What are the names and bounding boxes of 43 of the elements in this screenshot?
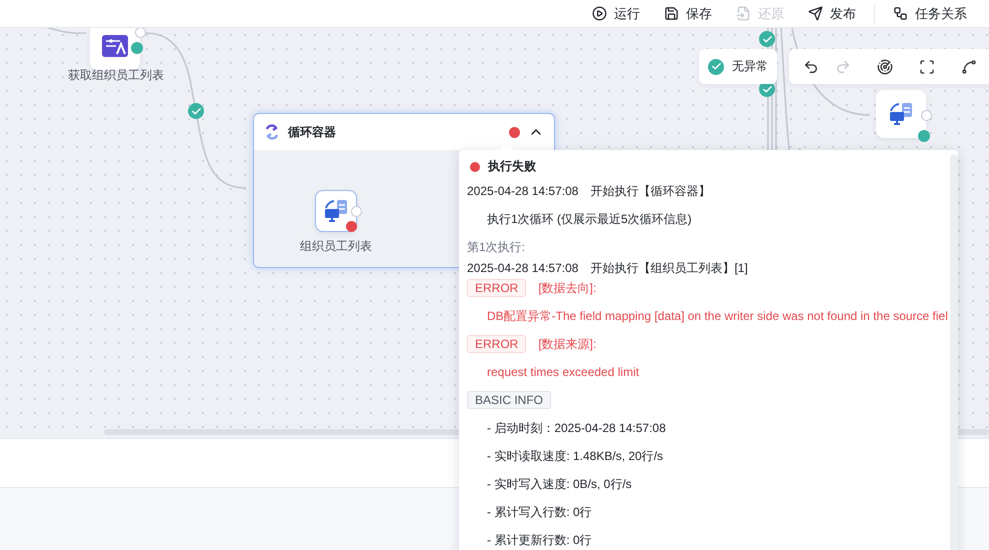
paper-plane-icon: [808, 6, 823, 21]
container-title: 循环容器: [288, 124, 337, 140]
preview-button[interactable]: [877, 58, 893, 74]
log-note: - 实时写入速度: 0B/s, 0行/s: [487, 476, 632, 492]
error-tag: ERROR: [467, 279, 526, 297]
node-label: 组织员工列表: [300, 238, 372, 255]
fit-button[interactable]: [919, 58, 935, 74]
section-label: 第1次执行:: [467, 239, 526, 255]
error-tag: ERROR: [467, 335, 526, 353]
publish-button[interactable]: 发布: [808, 4, 856, 22]
save-button[interactable]: 保存: [664, 4, 712, 22]
sliders-icon: [102, 35, 128, 57]
health-status[interactable]: 无异常: [699, 49, 777, 84]
log-message: 开始执行【组织员工列表】[1]: [590, 260, 748, 276]
run-button[interactable]: 运行: [592, 4, 640, 22]
error-source: [数据来源]:: [538, 336, 596, 352]
data-node[interactable]: [315, 190, 357, 232]
health-label: 无异常: [732, 58, 768, 75]
popover-title: 执行失败: [488, 158, 536, 175]
node-label: 获取组织员工列表: [68, 67, 164, 84]
log-message: 开始执行【循环容器】: [590, 183, 710, 199]
info-tag: BASIC INFO: [467, 391, 552, 409]
monitor-database-icon: [323, 199, 349, 223]
params-node[interactable]: [90, 28, 140, 70]
error-message: request times exceeded limit: [487, 364, 640, 380]
log-note: - 累计更新行数: 0行: [487, 532, 592, 548]
log-note: - 启动时刻：2025-04-28 14:57:08: [487, 420, 666, 436]
relation-button[interactable]: 任务关系: [893, 4, 967, 22]
vertical-scrollbar[interactable]: [950, 154, 958, 550]
monitor-database-icon: [888, 102, 914, 126]
log-note: - 累计写入行数: 0行: [487, 504, 592, 520]
error-message: DB配置异常-The field mapping [data] on the writer side was not found in the source fiel: [487, 308, 948, 324]
data-node[interactable]: [876, 90, 926, 138]
log-note: - 实时读取速度: 1.48KB/s, 20行/s: [487, 448, 664, 464]
flowchart-icon: [893, 6, 908, 21]
loop-icon: [264, 124, 280, 140]
error-source: [数据去向]:: [538, 280, 596, 296]
success-check-icon: [188, 103, 204, 119]
file-arrow-icon: [736, 6, 751, 21]
layout-button[interactable]: [961, 58, 977, 74]
undo-button[interactable]: [803, 58, 819, 74]
success-check-icon: [759, 31, 775, 47]
play-circle-icon: [592, 6, 607, 21]
